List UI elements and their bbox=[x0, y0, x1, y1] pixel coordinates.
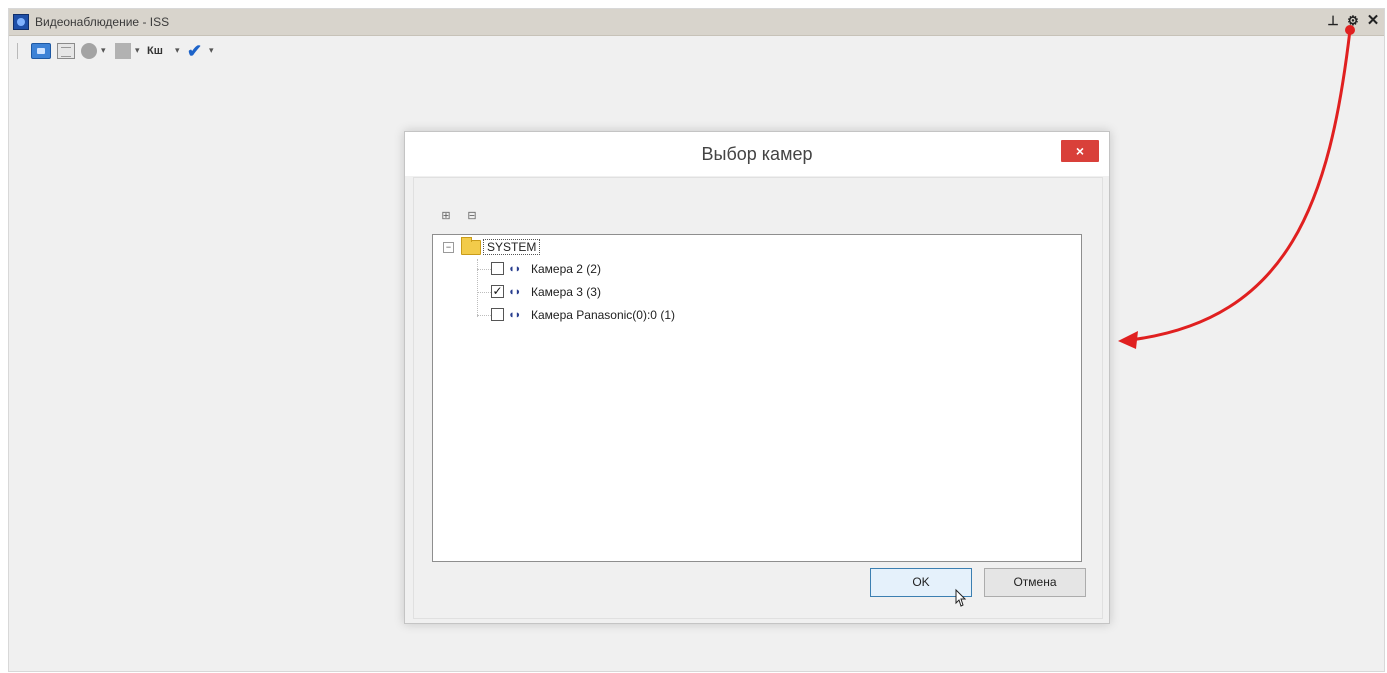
camera-checkbox[interactable] bbox=[491, 308, 504, 321]
tree-root-system[interactable]: − SYSTEM bbox=[443, 237, 643, 257]
tree-root-label[interactable]: SYSTEM bbox=[483, 239, 541, 255]
camera-icon: ◖◗ bbox=[508, 263, 522, 275]
tree-item-label: Камера Panasonic(0):0 (1) bbox=[531, 308, 675, 322]
tree-item-camera-2[interactable]: ◖◗ Камера 2 (2) bbox=[473, 259, 873, 279]
tree-connector bbox=[477, 315, 491, 316]
panel-titlebar: Видеонаблюдение - ISS ⊥ ⚙ ✕ bbox=[9, 9, 1384, 36]
square-icon[interactable] bbox=[115, 43, 131, 59]
expand-all-icon[interactable]: ⊞ bbox=[440, 210, 452, 222]
globe-icon[interactable] bbox=[81, 43, 97, 59]
collapse-node-icon[interactable]: − bbox=[443, 242, 454, 253]
square-dropdown-icon[interactable]: ▾ bbox=[135, 45, 140, 56]
tree-item-label: Камера 2 (2) bbox=[531, 262, 601, 276]
camera-checkbox-checked[interactable]: ✓ bbox=[491, 285, 504, 298]
camera-tree[interactable]: − SYSTEM ◖◗ Камера 2 (2) ✓ ◖◗ Камера 3 (… bbox=[432, 234, 1082, 562]
close-icon[interactable]: ✕ bbox=[1365, 12, 1381, 30]
text-tool-icon[interactable]: Кш bbox=[147, 43, 173, 59]
dialog-title: Выбор камер bbox=[701, 144, 813, 164]
folder-icon bbox=[461, 237, 481, 255]
camera-select-dialog: Выбор камер × ⊞ ⊟ − SYSTEM ◖◗ Камера 2 (… bbox=[404, 131, 1110, 624]
camera-icon: ◖◗ bbox=[508, 309, 522, 321]
tree-item-camera-3[interactable]: ✓ ◖◗ Камера 3 (3) bbox=[473, 282, 873, 302]
dialog-header: Выбор камер × bbox=[405, 132, 1109, 176]
tree-connector bbox=[477, 292, 491, 293]
tree-connector bbox=[477, 269, 491, 270]
dialog-close-button[interactable]: × bbox=[1061, 140, 1099, 162]
main-toolbar: ▾ ▾ Кш ▾ ✔ ▾ bbox=[9, 39, 409, 63]
mouse-cursor-icon bbox=[955, 588, 967, 607]
collapse-all-icon[interactable]: ⊟ bbox=[466, 210, 478, 222]
camera-icon: ◖◗ bbox=[508, 286, 522, 298]
toolbar-separator bbox=[17, 43, 18, 59]
cancel-button[interactable]: Отмена bbox=[984, 568, 1086, 597]
camera-checkbox[interactable] bbox=[491, 262, 504, 275]
camera-view-icon[interactable] bbox=[31, 43, 51, 59]
pin-icon[interactable]: ⊥ bbox=[1325, 12, 1341, 30]
gear-icon[interactable]: ⚙ bbox=[1345, 12, 1361, 30]
dialog-body: ⊞ ⊟ − SYSTEM ◖◗ Камера 2 (2) ✓ ◖◗ Камера… bbox=[413, 177, 1103, 619]
tree-item-camera-panasonic[interactable]: ◖◗ Камера Panasonic(0):0 (1) bbox=[473, 305, 873, 325]
checkmark-icon[interactable]: ✔ bbox=[187, 42, 207, 60]
window-title: Видеонаблюдение - ISS bbox=[35, 15, 170, 29]
tree-item-label: Камера 3 (3) bbox=[531, 285, 601, 299]
text-dropdown-icon[interactable]: ▾ bbox=[175, 45, 180, 56]
layout-grid-icon[interactable] bbox=[57, 43, 75, 59]
check-dropdown-icon[interactable]: ▾ bbox=[209, 45, 214, 56]
globe-dropdown-icon[interactable]: ▾ bbox=[101, 45, 106, 56]
app-logo-icon bbox=[13, 14, 29, 30]
